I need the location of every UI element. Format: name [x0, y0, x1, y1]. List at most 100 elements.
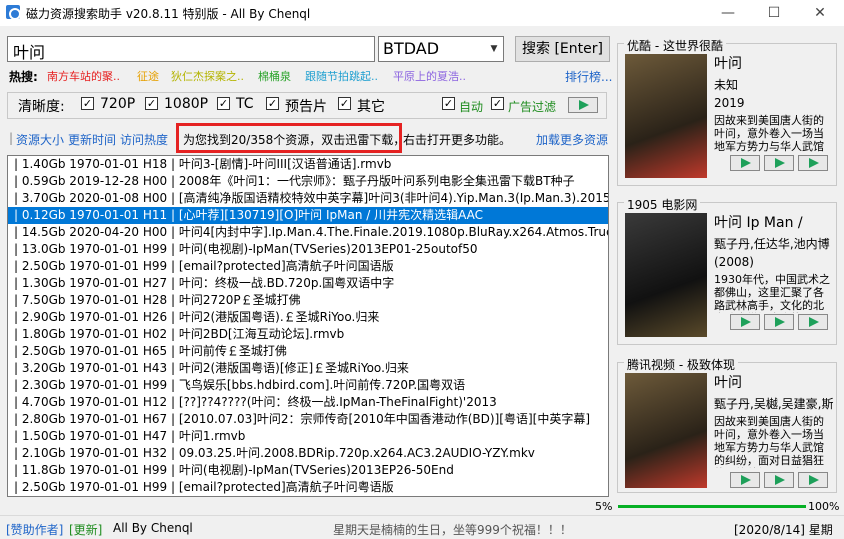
site-select-value: BTDAD	[383, 39, 440, 58]
window-title: 磁力资源搜索助手 v20.8.11 特别版 - All By Chenql	[26, 7, 311, 21]
progress-right-label: 100%	[808, 500, 840, 513]
m1905-panel: 1905 电影网 叶问 Ip Man / 甄子丹,任达华,池内博 (2008) …	[617, 196, 837, 345]
checkbox-ad-filter[interactable]: ✓	[491, 97, 504, 110]
movie-poster[interactable]	[625, 373, 707, 488]
movie-info: 未知	[714, 78, 739, 92]
play-icon	[809, 158, 819, 168]
chevron-down-icon[interactable]: ▼	[485, 37, 503, 61]
load-more-link[interactable]: 加载更多资源	[536, 131, 608, 148]
checkbox-auto[interactable]: ✓	[442, 97, 455, 110]
movie-poster[interactable]	[625, 213, 707, 337]
play-button[interactable]	[730, 155, 760, 171]
checkbox-720p[interactable]: ✓	[81, 97, 94, 110]
result-row[interactable]: | 14.5Gb 2020-04-20 H00 | 叶问4[内封中字].Ip.M…	[8, 224, 608, 241]
play-button[interactable]	[798, 472, 828, 488]
play-button[interactable]	[730, 314, 760, 330]
movie-name[interactable]: 叶问	[714, 372, 742, 392]
checkbox-label: 预告片	[285, 99, 327, 115]
movie-info: 甄子丹,任达华,池内博	[714, 237, 830, 251]
checkbox-1080p[interactable]: ✓	[145, 97, 158, 110]
hot-item[interactable]: 狄仁杰探案之..	[171, 68, 244, 84]
result-row[interactable]: | 7.50Gb 1970-01-01 H28 | 叶问2720P￡圣城打佛	[8, 292, 608, 309]
result-row[interactable]: | 2.90Gb 1970-01-01 H26 | 叶问2(港版国粤语).￡圣城…	[8, 309, 608, 326]
checkbox-label: 720P	[100, 96, 136, 112]
search-button[interactable]: 搜索 [Enter]	[515, 36, 610, 62]
checkbox-label: 1080P	[164, 96, 209, 112]
site-select[interactable]: BTDAD ▼	[378, 36, 504, 62]
play-button[interactable]	[730, 472, 760, 488]
minimize-button[interactable]: —	[705, 0, 751, 26]
play-button[interactable]	[568, 97, 598, 113]
play-icon	[741, 158, 751, 168]
movie-description: 因故来到美国唐人街的叶问，意外卷入一场当地军方势力与华人武馆	[714, 114, 824, 153]
result-row[interactable]: | 2.50Gb 1970-01-01 H99 | [email?protect…	[8, 258, 608, 275]
result-row[interactable]: | 3.20Gb 1970-01-01 H43 | 叶问2(港版国粤语)[修正]…	[8, 360, 608, 377]
checkbox-trailer[interactable]: ✓	[266, 97, 279, 110]
result-row[interactable]: | 2.80Gb 1970-01-01 H67 | [2010.07.03]叶问…	[8, 411, 608, 428]
sort-visits-link[interactable]: 访问热度	[120, 131, 168, 148]
movie-name[interactable]: 叶问 Ip Man /	[714, 212, 803, 232]
hot-item[interactable]: 征途	[137, 68, 159, 84]
result-row[interactable]: | 2.50Gb 1970-01-01 H65 | 叶问前传￡圣城打佛	[8, 343, 608, 360]
play-button[interactable]	[764, 472, 794, 488]
result-row[interactable]: | 0.12Gb 1970-01-01 H11 | [心叶荐][130719][…	[8, 207, 608, 224]
search-input[interactable]: 叶问	[7, 36, 375, 62]
result-list[interactable]: | 1.40Gb 1970-01-01 H18 | 叶问3-[剧情]-叶问III…	[7, 155, 609, 497]
play-button[interactable]	[798, 314, 828, 330]
movie-info: 甄子丹,吴樾,吴建豪,斯	[714, 397, 834, 411]
play-button[interactable]	[764, 155, 794, 171]
result-row[interactable]: | 2.30Gb 1970-01-01 H99 | 飞鸟娱乐[bbs.hdbir…	[8, 377, 608, 394]
panel-title: 腾讯视频 - 极致体现	[624, 356, 738, 373]
panel-title: 1905 电影网	[624, 196, 701, 213]
checkbox-tc[interactable]: ✓	[217, 97, 230, 110]
hot-item[interactable]: 跟随节拍跳起..	[305, 68, 378, 84]
close-button[interactable]: ✕	[797, 0, 843, 26]
result-row[interactable]: | 1.80Gb 1970-01-01 H02 | 叶问2BD[江海互动论坛].…	[8, 326, 608, 343]
clarity-label: 清晰度:	[18, 99, 65, 115]
status-message: 为您找到20/358个资源，双击迅雷下载，	[176, 123, 405, 153]
hot-label: 热搜:	[9, 70, 38, 84]
play-icon	[775, 158, 785, 168]
hot-item[interactable]: 棉桶泉	[258, 68, 291, 84]
movie-description: 1930年代，中国武术之都佛山，这里汇聚了各路武林高手，文化的北方武术掌门金山找	[714, 273, 830, 313]
result-row[interactable]: | 2.10Gb 1970-01-01 H32 | 09.03.25.叶问.20…	[8, 445, 608, 462]
movie-description: 因故来到美国唐人街的叶问，意外卷入一场当地军方势力与华人武馆的纠纷，面对日益猖狂…	[714, 415, 824, 468]
checkbox-label: 广告过滤	[508, 100, 557, 114]
play-icon	[775, 475, 785, 485]
status-bar-message: 星期天是楠楠的生日，坐等999个祝福！！！	[333, 523, 572, 537]
play-icon	[809, 475, 819, 485]
sort-time-link[interactable]: 更新时间	[68, 131, 116, 148]
movie-year: (2008)	[714, 255, 754, 269]
hot-item[interactable]: 南方车站的聚..	[47, 68, 120, 84]
maximize-button[interactable]: ☐	[751, 0, 797, 26]
play-icon	[741, 475, 751, 485]
result-row[interactable]: | 1.30Gb 1970-01-01 H27 | 叶问：终极一战.BD.720…	[8, 275, 608, 292]
result-row[interactable]: | 1.40Gb 1970-01-01 H18 | 叶问3-[剧情]-叶问III…	[8, 156, 608, 173]
sort-size-link[interactable]: 资源大小	[16, 131, 64, 148]
status-message-tail: 右击打开更多功能。	[403, 133, 512, 147]
sponsor-link[interactable]: [赞助作者]	[6, 521, 63, 538]
play-icon	[741, 317, 751, 327]
checkbox-other[interactable]: ✓	[338, 97, 351, 110]
result-row[interactable]: | 13.0Gb 1970-01-01 H99 | 叶问(电视剧)-IpMan(…	[8, 241, 608, 258]
result-row[interactable]: | 1.50Gb 1970-01-01 H47 | 叶问1.rmvb	[8, 428, 608, 445]
play-button[interactable]	[798, 155, 828, 171]
movie-year: 2019	[714, 96, 745, 110]
result-row[interactable]: | 4.70Gb 1970-01-01 H12 | [??]??4????(叶问…	[8, 394, 608, 411]
movie-poster[interactable]	[625, 54, 707, 178]
progress-left-label: 5%	[595, 500, 613, 513]
movie-name[interactable]: 叶问	[714, 53, 742, 73]
result-row[interactable]: | 0.59Gb 2019-12-28 H00 | 2008年《叶问1：一代宗师…	[8, 173, 608, 190]
rank-link[interactable]: 排行榜...	[565, 68, 612, 85]
app-icon	[6, 5, 21, 20]
update-link[interactable]: [更新]	[69, 521, 102, 538]
result-row[interactable]: | 11.8Gb 1970-01-01 H99 | 叶问(电视剧)-IpMan(…	[8, 462, 608, 479]
result-row[interactable]: | 2.50Gb 1970-01-01 H99 | [email?protect…	[8, 479, 608, 496]
hot-item[interactable]: 平原上的夏浩..	[393, 68, 466, 84]
checkbox-label: TC	[236, 96, 254, 112]
play-icon	[579, 100, 589, 110]
result-row[interactable]: | 3.70Gb 2020-01-08 H00 | [高清纯净版国语精校特效中英…	[8, 190, 608, 207]
panel-title: 优酷 - 这世界很酷	[624, 37, 726, 54]
play-button[interactable]	[764, 314, 794, 330]
checkbox-label: 其它	[357, 99, 385, 115]
